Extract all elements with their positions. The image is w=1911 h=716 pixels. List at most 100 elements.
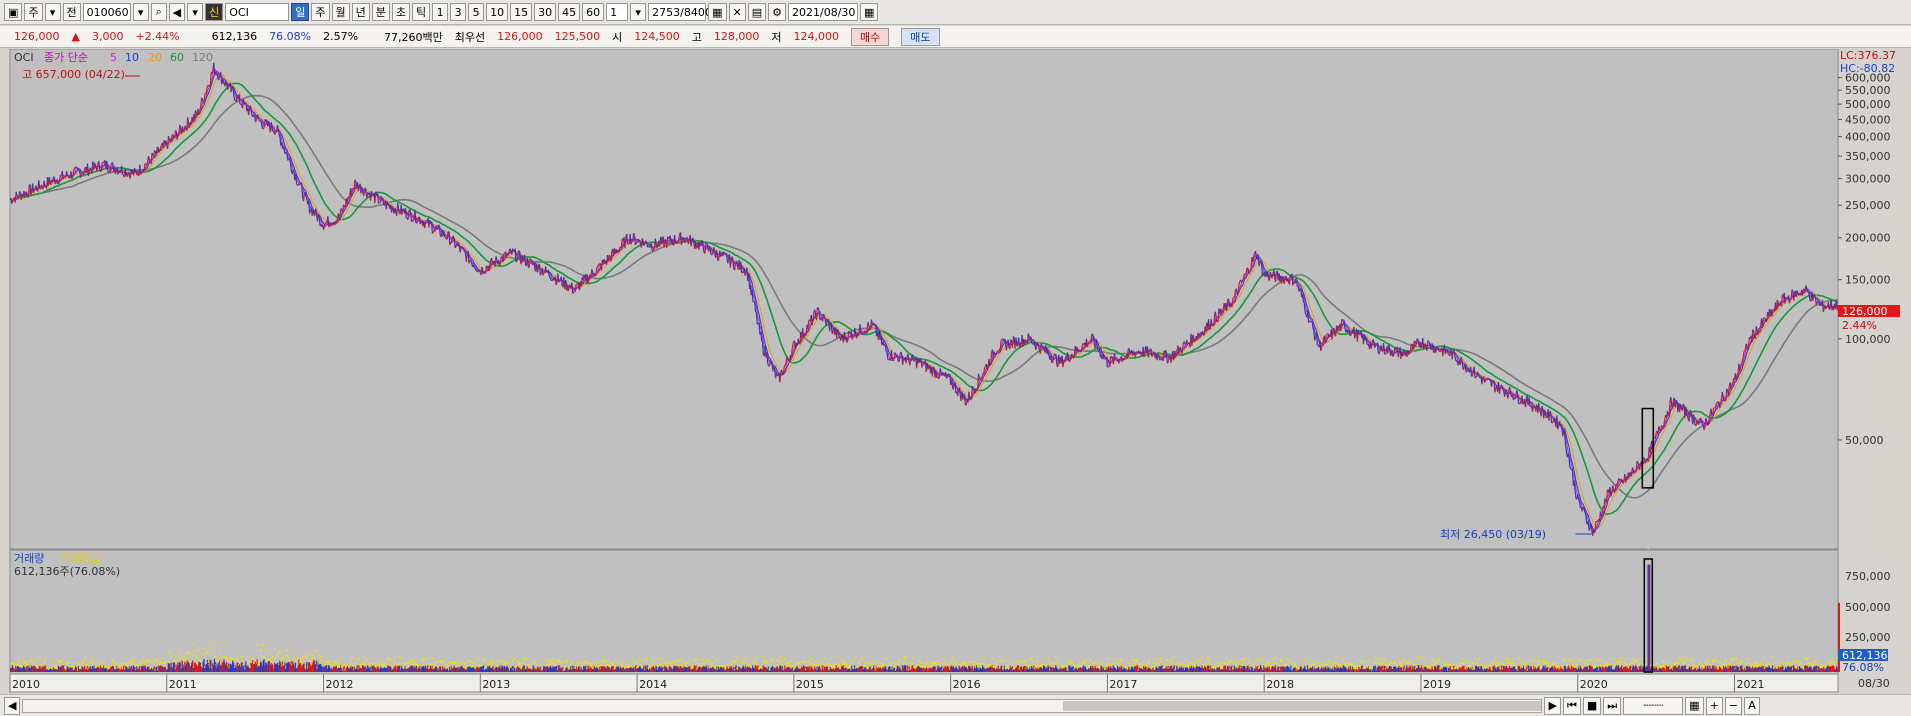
- tab-period-year[interactable]: 년: [351, 3, 370, 21]
- amount-dot: [918, 664, 920, 666]
- name-field[interactable]: OCI: [225, 3, 290, 21]
- interval-3[interactable]: 3: [450, 3, 467, 21]
- code-dropdown-icon[interactable]: ▾: [132, 3, 149, 21]
- amount-dot: [630, 665, 632, 668]
- tab-period-tick[interactable]: 틱: [412, 3, 431, 21]
- amount-dot: [1189, 662, 1191, 665]
- amount-dot: [1001, 657, 1003, 659]
- amount-dot: [624, 664, 627, 667]
- amount-dot: [254, 655, 257, 657]
- amount-dot: [1379, 658, 1381, 660]
- price-segment: [454, 246, 457, 249]
- stock-chart[interactable]: 600,000550,000500,000450,000400,000350,0…: [0, 48, 1911, 694]
- amount-dot: [232, 658, 235, 661]
- amount-dot: [124, 663, 127, 665]
- amount-dot: [1281, 659, 1284, 662]
- amount-dot: [496, 660, 498, 663]
- amount-dot: [539, 662, 542, 665]
- amount-dot: [247, 660, 250, 663]
- amount-dot: [707, 659, 710, 662]
- amount-dot: [467, 660, 469, 663]
- amount-dot: [1358, 658, 1360, 661]
- price-segment: [187, 117, 190, 123]
- data-count-field[interactable]: 2753/8400: [648, 3, 712, 21]
- interval-1[interactable]: 1: [432, 3, 449, 21]
- interval-30[interactable]: 30: [534, 3, 557, 21]
- options-dropdown-icon[interactable]: ▾: [187, 3, 204, 21]
- amount-dot: [775, 664, 778, 666]
- amount-dot: [1110, 664, 1112, 667]
- amount-dot: [1252, 664, 1254, 667]
- search-icon[interactable]: ⌕: [150, 3, 167, 21]
- count-dropdown-icon[interactable]: ▾: [630, 3, 647, 21]
- interval-5[interactable]: 5: [468, 3, 485, 21]
- amount-dot: [1033, 664, 1035, 666]
- amount-dot: [213, 641, 216, 644]
- speaker-icon[interactable]: ◀: [168, 3, 186, 21]
- amount-dot: [899, 660, 901, 662]
- amount-dot: [1133, 659, 1136, 662]
- amount-dot: [1584, 663, 1587, 665]
- amount-dot: [885, 665, 887, 667]
- interval-15[interactable]: 15: [510, 3, 533, 21]
- save-icon[interactable]: ▤: [747, 3, 767, 21]
- amount-dot: [210, 647, 212, 649]
- amount-dot: [859, 660, 861, 663]
- amount-dot: [578, 662, 581, 664]
- amount-dot: [1832, 660, 1835, 663]
- grid-icon[interactable]: ▦: [708, 3, 727, 21]
- amount-dot: [1836, 657, 1838, 659]
- amount-dot: [179, 657, 182, 660]
- amount-dot: [1710, 663, 1712, 666]
- chevron-down-icon[interactable]: ▾: [44, 3, 61, 21]
- amount-dot: [359, 664, 361, 666]
- amount-dot: [841, 663, 844, 665]
- price-segment: [158, 150, 161, 153]
- interval-60[interactable]: 60: [582, 3, 605, 21]
- amount-dot: [415, 663, 418, 666]
- amount-dot: [1478, 658, 1480, 660]
- amount-dot: [1020, 664, 1022, 667]
- tab-period-second[interactable]: 초: [391, 3, 410, 21]
- amount-dot: [288, 659, 291, 662]
- price-segment: [119, 171, 121, 174]
- chart-area[interactable]: 600,000 550,000 500,000 450,000 400,000 350,0…: [0, 48, 1911, 697]
- count-input[interactable]: 1: [606, 3, 629, 21]
- amount-dot: [380, 661, 382, 664]
- amount-dot: [1523, 665, 1526, 668]
- tab-period-month[interactable]: 월: [331, 3, 350, 21]
- amount-dot: [217, 656, 219, 659]
- volume-panel[interactable]: [9, 549, 1839, 675]
- y-tick-label: 150,000: [1845, 274, 1891, 287]
- interval-10[interactable]: 10: [486, 3, 509, 21]
- amount-dot: [137, 665, 139, 668]
- amount-dot: [1121, 660, 1123, 662]
- amount-dot: [923, 663, 926, 665]
- price-panel[interactable]: [9, 48, 1839, 550]
- amount-dot: [526, 658, 528, 660]
- amount-dot: [365, 659, 367, 662]
- tab-period-minute[interactable]: 분: [371, 3, 390, 21]
- window-icon[interactable]: ▣: [4, 3, 23, 21]
- all-button[interactable]: 전: [62, 3, 81, 21]
- amount-dot: [860, 664, 862, 667]
- amount-dot: [677, 665, 679, 667]
- price-segment: [499, 263, 501, 266]
- calendar-icon[interactable]: ▦: [860, 3, 879, 21]
- amount-dot: [1453, 663, 1455, 666]
- amount-dot: [303, 655, 306, 657]
- interval-45[interactable]: 45: [558, 3, 581, 21]
- buy-button[interactable]: 매수: [851, 27, 890, 46]
- amount-dot: [796, 661, 798, 664]
- period-selector[interactable]: 주: [24, 3, 43, 21]
- sell-button[interactable]: 매도: [901, 27, 940, 46]
- amount-dot: [593, 663, 596, 665]
- amount-dot: [605, 663, 608, 666]
- tab-period-week[interactable]: 주: [311, 3, 330, 21]
- date-input[interactable]: 2021/08/30: [788, 3, 859, 21]
- code-input[interactable]: 010060: [82, 3, 131, 21]
- gear-icon[interactable]: ⚙: [768, 3, 787, 21]
- amount-dot: [1257, 658, 1259, 660]
- crosshair-icon[interactable]: ✕: [728, 3, 746, 21]
- tab-period-day[interactable]: 일: [291, 3, 310, 21]
